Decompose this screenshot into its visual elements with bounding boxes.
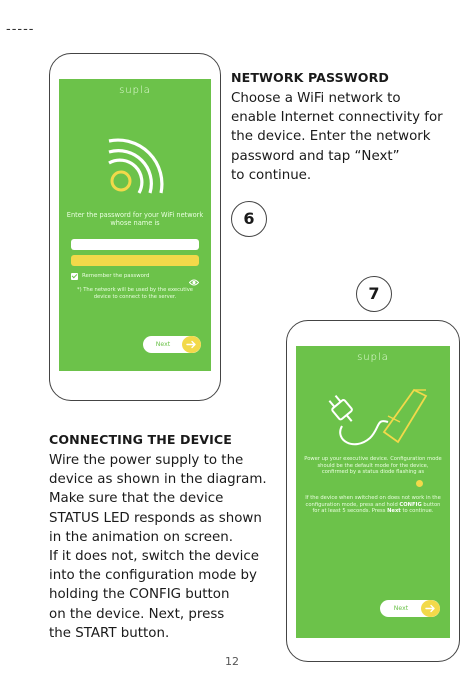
step-number-badge: 7: [356, 276, 392, 312]
plug-icon: [314, 382, 432, 454]
next-keyword: Next: [387, 508, 401, 515]
password-prompt: Enter the password for your WiFi network…: [66, 211, 204, 227]
app-brand: supla: [119, 85, 151, 96]
next-button[interactable]: Next: [143, 336, 201, 353]
remember-password-label: Remember the password: [82, 273, 150, 279]
app-brand: supla: [357, 352, 389, 363]
network-password-body: Choose a WiFi network to enable Internet…: [231, 91, 443, 183]
network-note: *) The network will be used by the execu…: [76, 287, 193, 300]
next-button-label: Next: [155, 341, 171, 348]
connecting-device-body: Wire the power supply to the device as s…: [49, 453, 267, 641]
power-up-instructions: Power up your executive device. Configur…: [304, 456, 442, 476]
remember-password-row[interactable]: Remember the password: [71, 272, 200, 286]
phone-screen: supla Power up your executive device. Co…: [296, 346, 450, 638]
password-field[interactable]: [71, 255, 199, 266]
config-mode-instructions: If the device when switched on does not …: [304, 495, 442, 515]
checkbox-icon[interactable]: [71, 273, 78, 280]
config-keyword: CONFIG: [399, 501, 422, 508]
eye-icon[interactable]: [188, 272, 200, 286]
top-dashes: -----: [6, 22, 35, 37]
wifi-name-field[interactable]: [71, 239, 199, 250]
page-number: 12: [225, 655, 239, 668]
phone-mockup-connecting-device: supla Power up your executive device. Co…: [286, 320, 460, 662]
connecting-device-heading: CONNECTING THE DEVICE: [49, 432, 232, 447]
phone-mockup-network-password: supla Enter the password for your WiFi n…: [49, 53, 221, 401]
arrow-right-icon: [421, 600, 440, 617]
arrow-right-icon: [182, 336, 201, 353]
next-button-label: Next: [393, 605, 409, 612]
next-button[interactable]: Next: [380, 600, 440, 617]
status-led-icon: [416, 480, 423, 487]
phone-screen: supla Enter the password for your WiFi n…: [59, 79, 211, 371]
step-number-badge: 6: [231, 201, 267, 237]
config-text-part: to continue.: [402, 508, 434, 515]
wifi-icon: [105, 137, 165, 197]
network-password-heading: NETWORK PASSWORD: [231, 70, 389, 85]
